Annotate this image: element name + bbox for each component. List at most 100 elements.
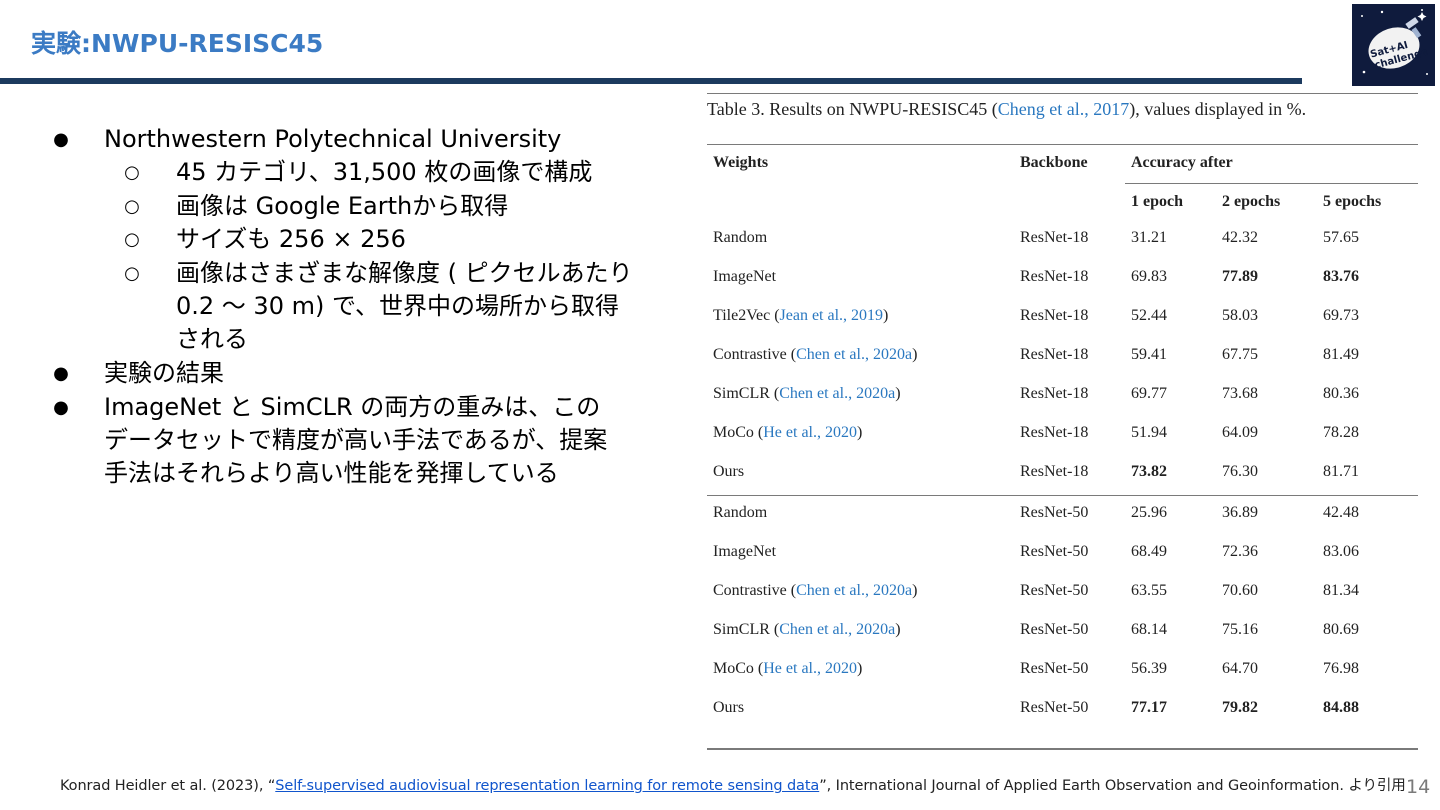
cell-backbone: ResNet-18 xyxy=(1020,463,1089,480)
bullet-text-line: 手法はそれらより高い性能を発揮している xyxy=(104,459,559,487)
cell-1-epoch: 69.77 xyxy=(1131,385,1167,402)
citation-link[interactable]: Jean et al., 2019 xyxy=(780,307,884,324)
cell-1-epoch: 56.39 xyxy=(1131,660,1167,677)
weights-name: Tile2Vec xyxy=(713,307,771,324)
weights-name: Random xyxy=(713,504,768,521)
header-accuracy-after: Accuracy after xyxy=(1131,154,1233,171)
table-row: MoCo (He et al., 2020) ResNet-18 51.94 64.0… xyxy=(707,424,1418,463)
cell-weights: Contrastive (Chen et al., 2020a) xyxy=(713,582,918,599)
citation-link[interactable]: Chen et al., 2020a xyxy=(779,385,895,402)
header-top-rule xyxy=(707,144,1418,145)
sub-bullet-text: サイズも 256 × 256 xyxy=(176,225,406,253)
cell-2-epochs: 67.75 xyxy=(1222,346,1258,363)
cell-backbone: ResNet-18 xyxy=(1020,385,1089,402)
cell-backbone: ResNet-50 xyxy=(1020,582,1089,599)
header-1-epoch: 1 epoch xyxy=(1131,193,1183,210)
bullet-text-line: ImageNet と SimCLR の両方の重みは、この xyxy=(104,393,601,421)
weights-name: Random xyxy=(713,229,768,246)
header-5-epochs: 5 epochs xyxy=(1323,193,1382,210)
weights-name: ImageNet xyxy=(713,268,777,285)
weights-name: SimCLR xyxy=(713,621,770,638)
cell-5-epochs: 81.34 xyxy=(1323,582,1359,599)
bullet-dot-icon: ● xyxy=(53,397,69,418)
bullet-circle-icon: ○ xyxy=(124,263,140,284)
cell-2-epochs: 76.30 xyxy=(1222,463,1258,480)
sub-bullet-text: 画像は Google Earthから取得 xyxy=(176,192,509,220)
cell-1-epoch: 51.94 xyxy=(1131,424,1167,441)
cell-backbone: ResNet-18 xyxy=(1020,229,1089,246)
cell-5-epochs: 83.06 xyxy=(1323,543,1359,560)
table-row: MoCo (He et al., 2020) ResNet-50 56.39 64.7… xyxy=(707,660,1418,699)
bullet-text-line: データセットで精度が高い手法であるが、提案 xyxy=(104,426,608,454)
cell-5-epochs: 84.88 xyxy=(1323,699,1359,716)
page-number: 14 xyxy=(1406,776,1431,798)
bullet-dot-icon: ● xyxy=(53,363,69,384)
table-row: Random ResNet-18 31.21 42.32 57.65 xyxy=(707,229,1418,268)
paper-title-link[interactable]: Self-supervised audiovisual representati… xyxy=(275,778,819,794)
cell-2-epochs: 75.16 xyxy=(1222,621,1258,638)
cell-1-epoch: 63.55 xyxy=(1131,582,1167,599)
cell-1-epoch: 25.96 xyxy=(1131,504,1167,521)
table-row: Ours ResNet-18 73.82 76.30 81.71 xyxy=(707,463,1418,502)
citation-link[interactable]: He et al., 2020 xyxy=(763,424,857,441)
cell-5-epochs: 81.49 xyxy=(1323,346,1359,363)
cell-1-epoch: 52.44 xyxy=(1131,307,1167,324)
weights-name: SimCLR xyxy=(713,385,770,402)
table-row: Random ResNet-50 25.96 36.89 42.48 xyxy=(707,504,1418,543)
cell-2-epochs: 42.32 xyxy=(1222,229,1258,246)
cell-1-epoch: 73.82 xyxy=(1131,463,1167,480)
footer-text: Konrad Heidler et al. (2023), “ xyxy=(60,778,276,794)
bullet-text: 実験の結果 xyxy=(104,359,224,387)
cell-weights: Random xyxy=(713,229,767,247)
table-row: Contrastive (Chen et al., 2020a) ResNet-5… xyxy=(707,582,1418,621)
citation-link[interactable]: Chen et al., 2020a xyxy=(779,621,895,638)
weights-name: Ours xyxy=(713,463,745,480)
cell-backbone: ResNet-18 xyxy=(1020,346,1089,363)
caption-text: Table 3. Results on NWPU-RESISC45 ( xyxy=(707,99,998,119)
cell-backbone: ResNet-50 xyxy=(1020,699,1089,716)
table-row: Ours ResNet-50 77.17 79.82 84.88 xyxy=(707,699,1418,738)
cell-weights: MoCo (He et al., 2020) xyxy=(713,424,863,441)
sub-bullet-text-line: 画像はさまざまな解像度 ( ピクセルあたり xyxy=(176,259,633,287)
cell-5-epochs: 78.28 xyxy=(1323,424,1359,441)
cell-5-epochs: 69.73 xyxy=(1323,307,1359,324)
cell-1-epoch: 31.21 xyxy=(1131,229,1167,246)
citation-footer: Konrad Heidler et al. (2023), “Self-supe… xyxy=(60,774,1406,795)
cell-5-epochs: 76.98 xyxy=(1323,660,1359,677)
footer-text: ”, International Journal of Applied Eart… xyxy=(819,778,1406,794)
cell-2-epochs: 36.89 xyxy=(1222,504,1258,521)
bullet-dot-icon: ● xyxy=(53,129,69,150)
cell-weights: SimCLR (Chen et al., 2020a) xyxy=(713,621,901,638)
cell-1-epoch: 77.17 xyxy=(1131,699,1167,716)
bullet-circle-icon: ○ xyxy=(124,229,140,250)
caption-citation-link[interactable]: Cheng et al., 2017 xyxy=(998,99,1129,119)
cell-weights: SimCLR (Chen et al., 2020a) xyxy=(713,385,901,402)
table-row: SimCLR (Chen et al., 2020a) ResNet-50 68.1… xyxy=(707,621,1418,660)
cell-backbone: ResNet-18 xyxy=(1020,268,1089,285)
cell-5-epochs: 80.69 xyxy=(1323,621,1359,638)
cell-2-epochs: 58.03 xyxy=(1222,307,1258,324)
cell-weights: ImageNet xyxy=(713,543,776,561)
bullet-circle-icon: ○ xyxy=(124,162,140,183)
cell-backbone: ResNet-50 xyxy=(1020,543,1089,560)
weights-name: Ours xyxy=(713,699,745,716)
cell-5-epochs: 81.71 xyxy=(1323,463,1359,480)
cell-5-epochs: 80.36 xyxy=(1323,385,1359,402)
cell-1-epoch: 68.14 xyxy=(1131,621,1167,638)
citation-link[interactable]: Chen et al., 2020a xyxy=(796,582,912,599)
citation-link[interactable]: He et al., 2020 xyxy=(763,660,857,677)
cell-weights: Ours xyxy=(713,699,744,717)
citation-link[interactable]: Chen et al., 2020a xyxy=(796,346,912,363)
weights-name: MoCo xyxy=(713,424,754,441)
cell-2-epochs: 73.68 xyxy=(1222,385,1258,402)
cell-2-epochs: 64.70 xyxy=(1222,660,1258,677)
cell-5-epochs: 57.65 xyxy=(1323,229,1359,246)
weights-name: Contrastive xyxy=(713,346,787,363)
bullet-text: Northwestern Polytechnical University xyxy=(104,125,562,153)
cell-5-epochs: 42.48 xyxy=(1323,504,1359,521)
weights-name: ImageNet xyxy=(713,543,777,560)
cell-backbone: ResNet-18 xyxy=(1020,424,1089,441)
sat-ai-challenge-logo: Sat+AI challenge xyxy=(1352,4,1435,86)
sub-bullet-text: 45 カテゴリ、31,500 枚の画像で構成 xyxy=(176,158,593,186)
cell-weights: Random xyxy=(713,504,767,522)
